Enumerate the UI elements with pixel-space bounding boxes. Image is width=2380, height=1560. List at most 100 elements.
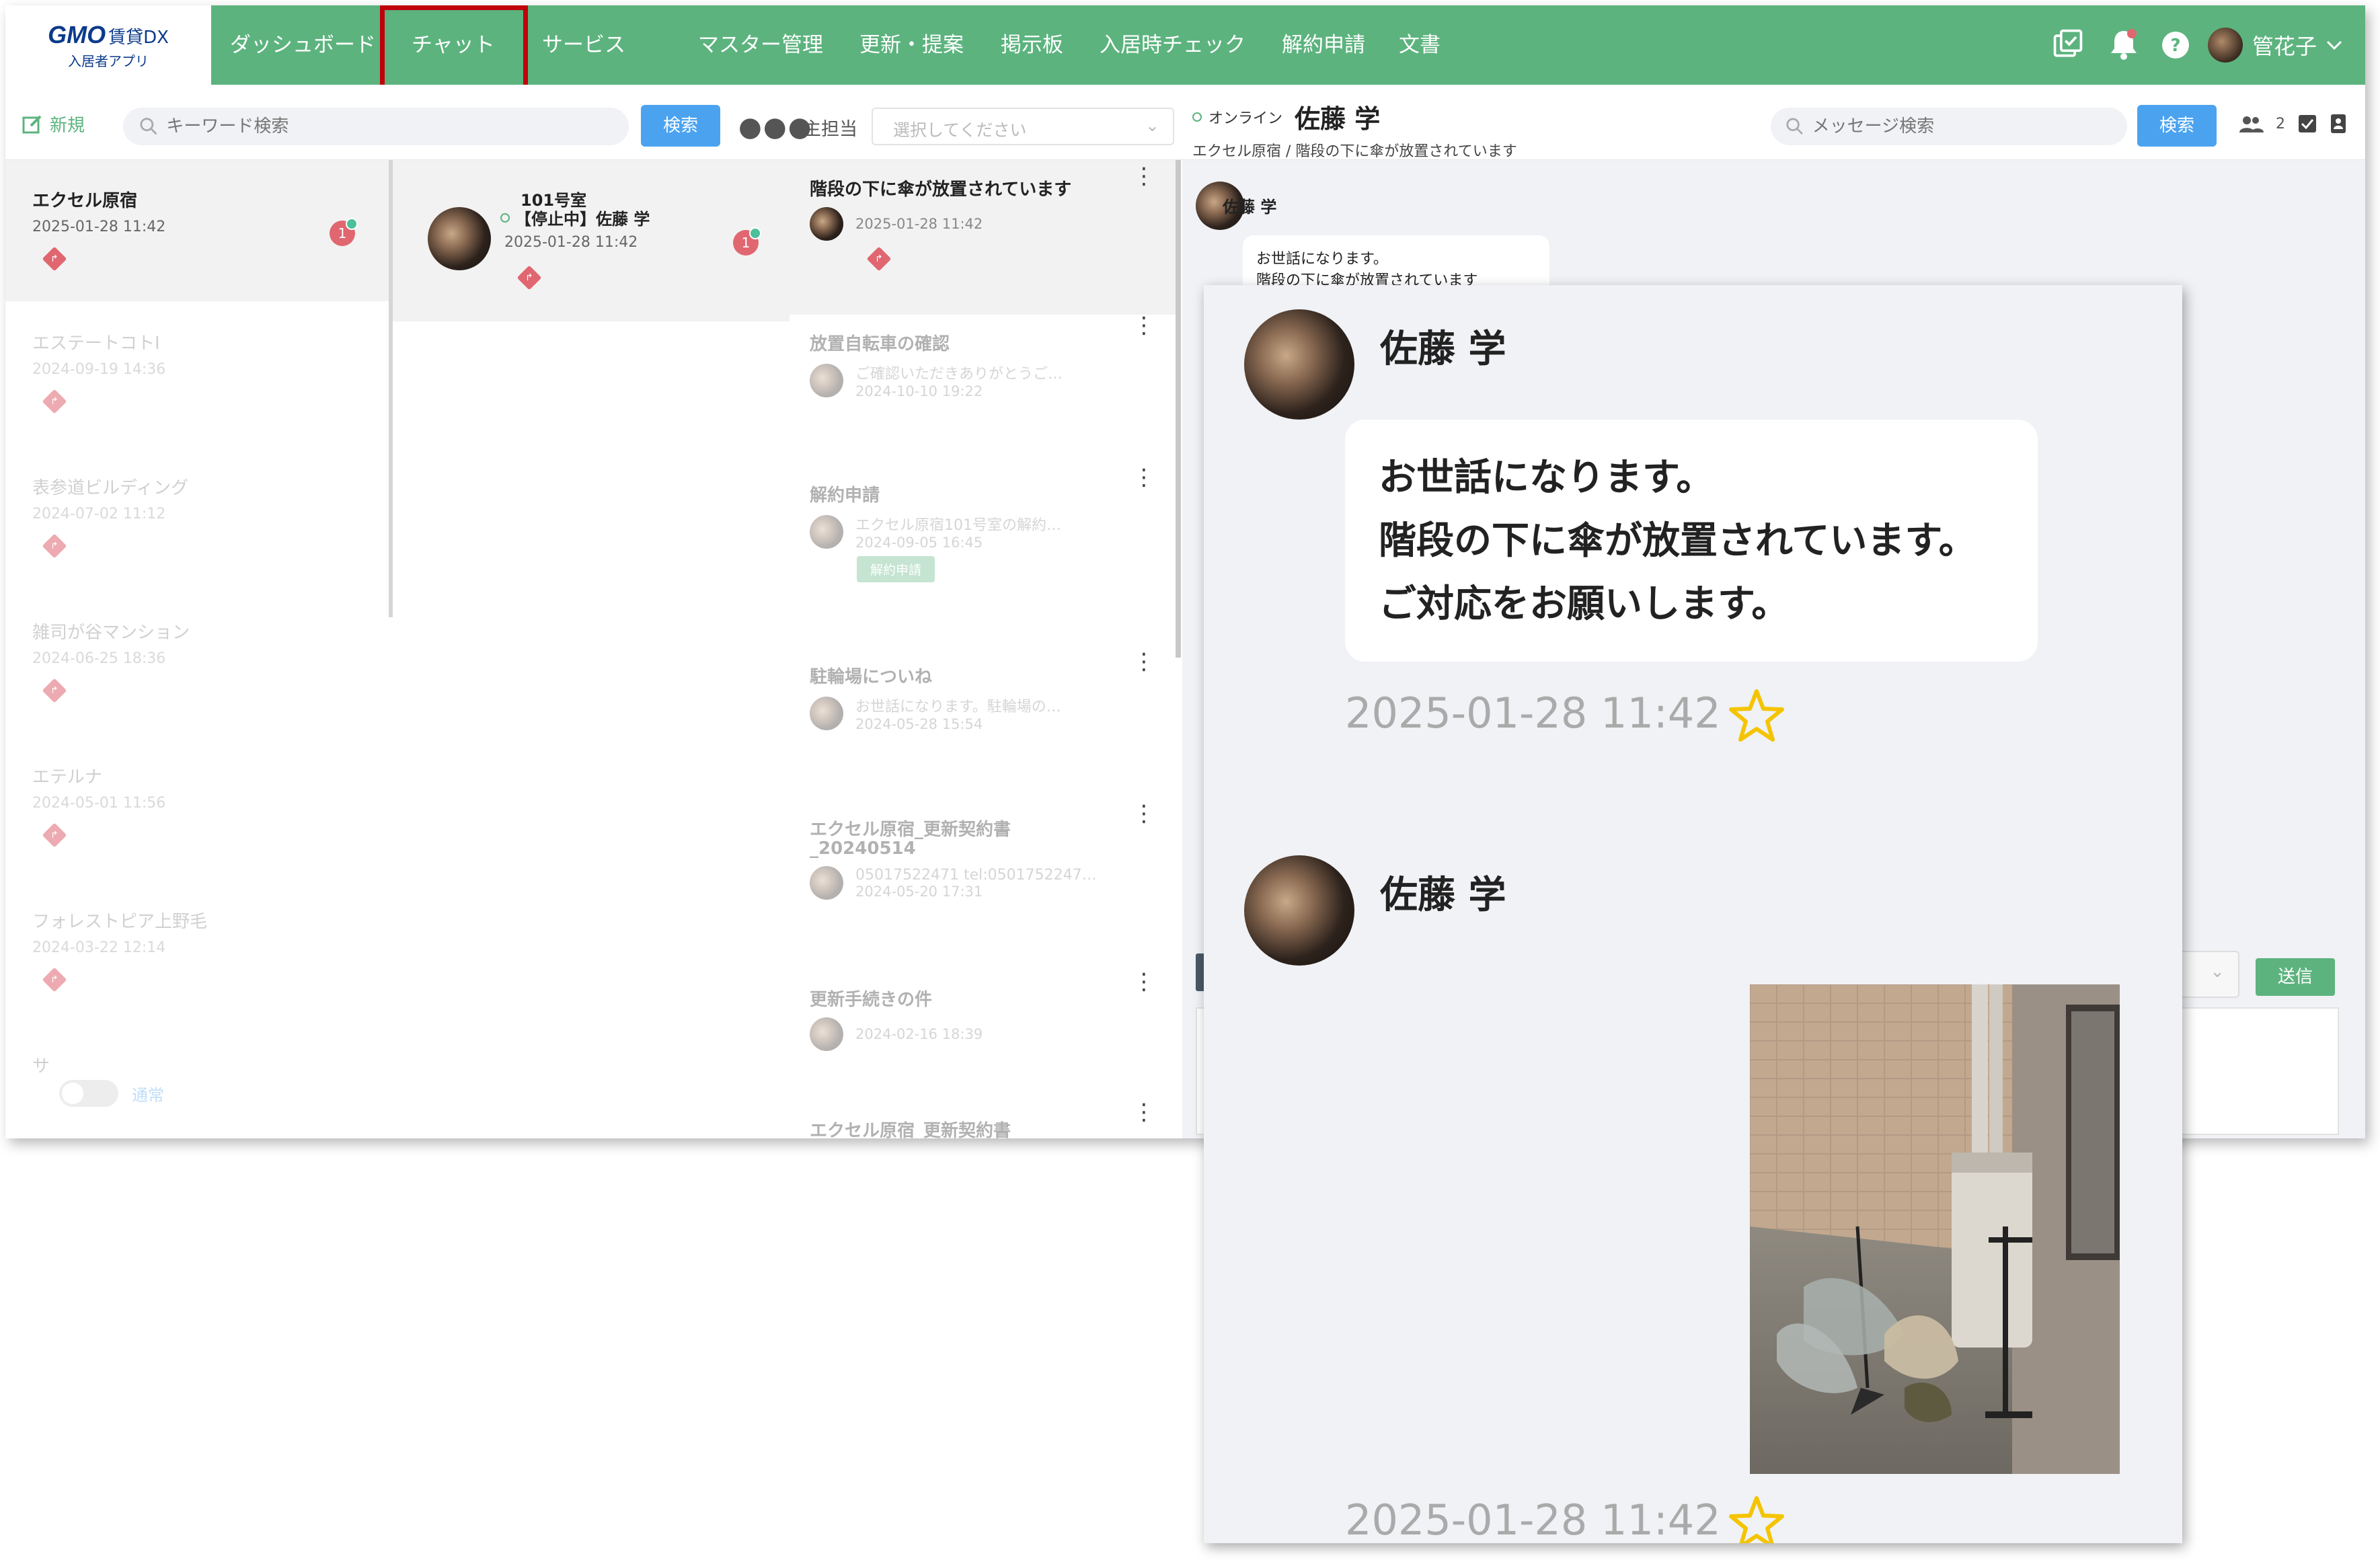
toggle-label: 通常: [132, 1085, 164, 1105]
message-search-button[interactable]: 検索: [2137, 105, 2217, 147]
property-name: エステートコトⅠ: [32, 334, 160, 354]
property-name: 雑司が谷マンション: [32, 623, 190, 643]
more-options-icon[interactable]: ●●●: [738, 112, 813, 143]
toggle-switch[interactable]: [59, 1080, 118, 1107]
unread-badge: 1: [330, 218, 358, 246]
property-name: フォレストピア上野毛: [32, 912, 208, 932]
checkbox-icon[interactable]: [2297, 114, 2317, 134]
kebab-menu-icon[interactable]: ⋮: [1133, 165, 1155, 188]
member-count: 2: [2276, 115, 2285, 132]
nav-board[interactable]: 掲示板: [1001, 5, 1063, 85]
bell-icon[interactable]: [2109, 28, 2139, 62]
property-item[interactable]: 表参道ビルディング 2024-07-02 11:12 ↱: [5, 447, 389, 588]
property-type-icon: ↱: [42, 533, 67, 559]
property-date: 2024-09-19 14:36: [32, 361, 166, 378]
thread-item[interactable]: エクセル原宿_更新契約書_20240514 05017522471 tel:05…: [790, 800, 1176, 900]
sender-avatar: [1244, 309, 1354, 420]
keyword-search[interactable]: [123, 108, 629, 145]
thread-snippet: ご確認いただきありがとうご…: [855, 366, 1063, 383]
message-search-input[interactable]: [1812, 116, 2127, 136]
thread-title: 階段の下に傘が放置されています: [810, 180, 1072, 200]
nav-cancellation[interactable]: 解約申請: [1282, 5, 1365, 85]
chevron-down-icon: [2326, 40, 2342, 50]
search-icon: [140, 118, 157, 135]
thread-item[interactable]: 解約申請 エクセル原宿101号室の解約… 2024-09-05 16:45 解約…: [790, 466, 1176, 582]
tasks-icon[interactable]: [2050, 28, 2086, 62]
sender-avatar: [1244, 855, 1354, 966]
nav-documents[interactable]: 文書: [1399, 5, 1441, 85]
keyword-search-input[interactable]: [166, 116, 629, 136]
kebab-menu-icon[interactable]: ⋮: [1133, 466, 1155, 489]
new-button[interactable]: 新規: [22, 112, 85, 136]
thread-item[interactable]: 放置自転車の確認 ご確認いただきありがとうご… 2024-10-10 19:22: [790, 315, 1176, 399]
thread-list-scrollbar[interactable]: [1176, 160, 1181, 658]
property-name: エテルナ: [32, 767, 103, 787]
keyword-search-button[interactable]: 検索: [641, 105, 720, 147]
room-date: 2025-01-28 11:42: [504, 234, 638, 251]
thread-snippet: エクセル原宿101号室の解約…: [855, 517, 1061, 534]
help-icon[interactable]: ?: [2160, 28, 2191, 62]
user-avatar: [2207, 28, 2243, 63]
logo[interactable]: GMO 賃貸DX 入居者アプリ: [5, 5, 211, 85]
nav-service[interactable]: サービス: [542, 5, 625, 85]
tenant-avatar: [810, 866, 843, 900]
property-name: エクセル原宿: [32, 191, 138, 211]
nav-renewal[interactable]: 更新・提案: [859, 5, 964, 85]
thread-title: 解約申請: [810, 485, 880, 506]
nav-master[interactable]: マスター管理: [698, 5, 823, 85]
kebab-menu-icon[interactable]: ⋮: [1133, 970, 1155, 993]
property-name: 表参道ビルディング: [32, 478, 189, 498]
property-type-icon: ↱: [42, 822, 67, 848]
thread-item[interactable]: 更新手続きの件 2024-02-16 18:39: [790, 970, 1176, 1051]
chat-header: オンライン 佐藤 学 エクセル原宿 / 階段の下に傘が放置されています: [1192, 98, 1517, 161]
thread-item[interactable]: 駐輪場についね お世話になります。駐輪場の… 2024-05-28 15:54: [790, 648, 1176, 732]
user-menu[interactable]: 管花子: [2207, 5, 2342, 85]
attached-photo[interactable]: [1750, 984, 2120, 1474]
send-button[interactable]: 送信: [2256, 958, 2335, 996]
property-item[interactable]: エクセル原宿 2025-01-28 11:42 ↱ 1: [5, 160, 389, 301]
thread-title: エクセル原宿_更新契約書: [810, 1121, 1011, 1138]
members-button[interactable]: 2: [2239, 113, 2347, 134]
message-search[interactable]: [1771, 108, 2127, 145]
thread-date: 2024-10-10 19:22: [855, 383, 983, 399]
thread-date: 2024-05-20 17:31: [855, 883, 983, 900]
online-status: オンライン: [1208, 110, 1283, 127]
contact-card-icon[interactable]: [2330, 113, 2347, 134]
message-line: お世話になります。: [1379, 456, 1714, 500]
zoomed-message-callout: 佐藤 学 お世話になります。 階段の下に傘が放置されています。 ご対応をお願いし…: [1204, 285, 2182, 1543]
star-icon[interactable]: [1728, 689, 1785, 742]
message-bubble: お世話になります。 階段の下に傘が放置されています。 ご対応をお願いします。: [1345, 420, 2038, 662]
property-item[interactable]: フォレストピア上野毛 2024-03-22 12:14 ↱: [5, 881, 389, 1022]
star-icon[interactable]: [1728, 1495, 1785, 1543]
members-icon: [2239, 116, 2264, 132]
logo-brand: GMO: [48, 20, 106, 48]
kebab-menu-icon[interactable]: ⋮: [1133, 802, 1155, 825]
property-item[interactable]: 雑司が谷マンション 2024-06-25 18:36 ↱: [5, 592, 389, 733]
chat-partner-name: 佐藤 学: [1295, 104, 1381, 134]
property-item[interactable]: エテルナ 2024-05-01 11:56 ↱: [5, 736, 389, 878]
room-item[interactable]: 101号室 【停止中】佐藤 学 2025-01-28 11:42 ↱ 1: [393, 160, 790, 321]
thread-tag: 解約申請: [857, 556, 935, 582]
mode-toggle[interactable]: 通常: [59, 1080, 164, 1107]
property-name: サ: [32, 1056, 50, 1077]
thread-type-icon: ↱: [866, 246, 892, 272]
property-type-icon: ↱: [42, 678, 67, 703]
thread-item[interactable]: エクセル原宿_更新契約書: [790, 1101, 1176, 1138]
assignee-select[interactable]: 選択してください ⌄: [872, 108, 1174, 145]
thread-item[interactable]: 階段の下に傘が放置されています 2025-01-28 11:42 ↱ ⋮: [790, 160, 1176, 315]
nav-movein-check[interactable]: 入居時チェック: [1100, 5, 1245, 85]
top-nav: GMO 賃貸DX 入居者アプリ ダッシュボード チャット サービス マスター管理…: [5, 5, 2365, 85]
property-item[interactable]: エステートコトⅠ 2024-09-19 14:36 ↱: [5, 303, 389, 444]
nav-chat-highlight: [380, 5, 528, 89]
svg-text:?: ?: [2170, 36, 2180, 56]
thread-date: 2024-05-28 15:54: [855, 716, 983, 732]
property-list: エクセル原宿 2025-01-28 11:42 ↱ 1 エステートコトⅠ 202…: [5, 160, 389, 1138]
kebab-menu-icon[interactable]: ⋮: [1133, 314, 1155, 337]
tenant-avatar: [810, 207, 843, 241]
property-type-icon: ↱: [42, 967, 67, 992]
message-sender-name: 佐藤 学: [1380, 327, 1506, 371]
thread-title: 放置自転車の確認: [810, 334, 950, 354]
nav-dashboard[interactable]: ダッシュボード: [230, 5, 376, 85]
kebab-menu-icon[interactable]: ⋮: [1133, 650, 1155, 673]
kebab-menu-icon[interactable]: ⋮: [1133, 1101, 1155, 1124]
